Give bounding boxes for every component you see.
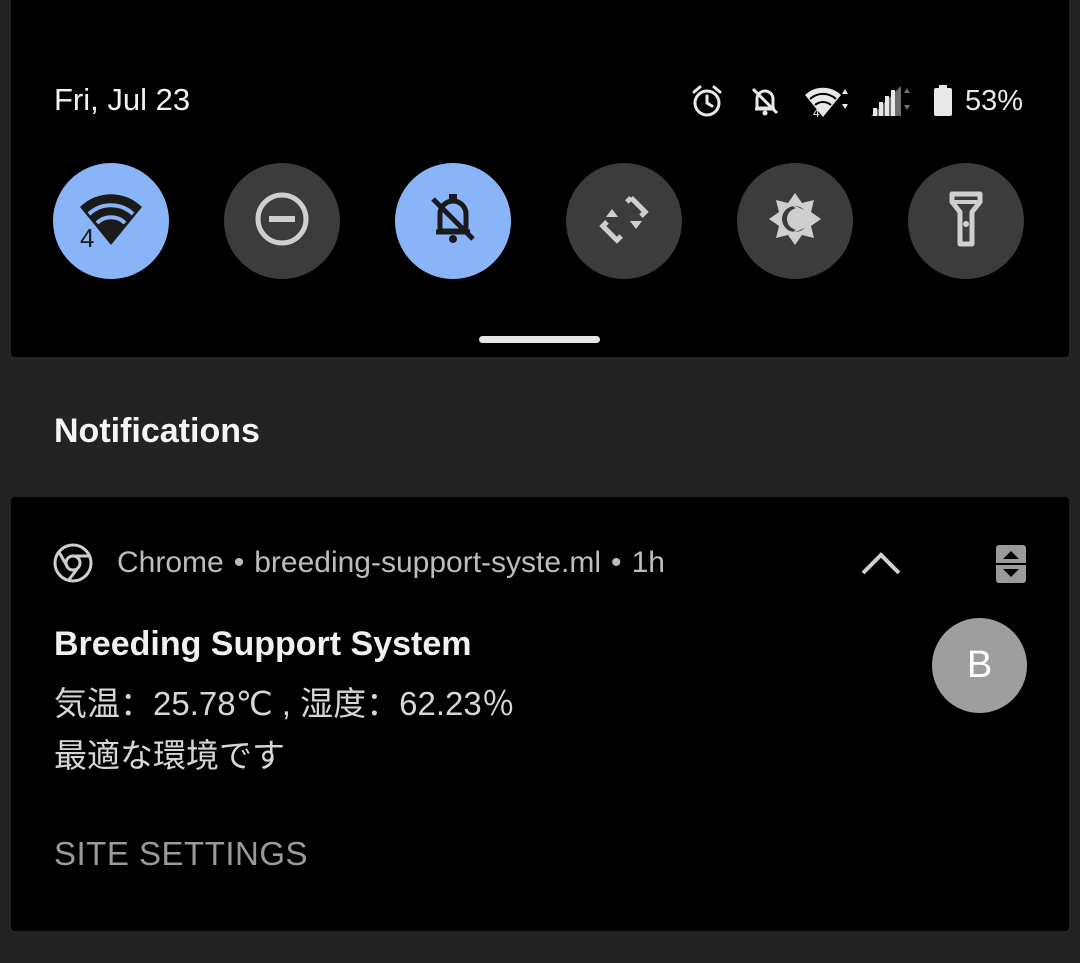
auto-rotate-icon: [594, 189, 654, 254]
site-settings-button[interactable]: SITE SETTINGS: [54, 835, 308, 873]
notifications-heading: Notifications: [54, 412, 260, 450]
notification-meta: Chrome • breeding-support-syste.ml • 1h: [117, 546, 665, 580]
date-label[interactable]: Fri, Jul 23: [54, 82, 190, 118]
notification-header: Chrome • breeding-support-syste.ml • 1h: [53, 541, 665, 585]
notification-text-line1: 気温：25.78℃ , 湿度：62.23％: [54, 685, 515, 722]
alarm-icon: [687, 81, 727, 121]
status-bar: Fri, Jul 23 4 53%: [11, 76, 1069, 126]
snooze-icon[interactable]: [995, 544, 1027, 584]
tile-auto-rotate[interactable]: [566, 163, 682, 279]
cellular-signal-icon: [869, 81, 913, 121]
dark-theme-icon: [765, 189, 825, 254]
battery-percent: 53%: [964, 84, 1023, 117]
quick-settings-tiles: 4: [53, 163, 1033, 279]
flashlight-icon: [946, 190, 986, 253]
app-name: Chrome: [117, 546, 224, 579]
tile-flashlight[interactable]: [908, 163, 1024, 279]
separator: •: [233, 546, 245, 579]
drag-handle[interactable]: [479, 336, 600, 343]
quick-settings-panel: Fri, Jul 23 4 53% 4: [11, 0, 1069, 357]
site-name: breeding-support-syste.ml: [254, 546, 602, 579]
do-not-disturb-icon: [254, 191, 310, 252]
wifi-icon: 4: [803, 81, 851, 121]
svg-text:4: 4: [80, 223, 94, 249]
bell-off-icon: [745, 81, 785, 121]
avatar: B: [932, 618, 1027, 713]
svg-text:4: 4: [813, 106, 820, 119]
chrome-icon: [53, 543, 93, 583]
bell-off-icon: [427, 191, 479, 252]
notification-card[interactable]: Chrome • breeding-support-syste.ml • 1h Bree…: [11, 497, 1069, 931]
battery-icon: [931, 81, 955, 121]
tile-silent[interactable]: [395, 163, 511, 279]
collapse-chevron-icon[interactable]: [857, 543, 905, 583]
tile-dark-theme[interactable]: [737, 163, 853, 279]
separator: •: [611, 546, 622, 579]
status-icons: 4 53%: [669, 76, 1023, 126]
tile-do-not-disturb[interactable]: [224, 163, 340, 279]
notification-title: Breeding Support System: [54, 625, 472, 663]
notification-time: 1h: [631, 546, 665, 579]
wifi-icon: 4: [78, 189, 144, 254]
tile-wifi[interactable]: 4: [53, 163, 169, 279]
notification-text-line2: 最適な環境です: [54, 737, 285, 774]
